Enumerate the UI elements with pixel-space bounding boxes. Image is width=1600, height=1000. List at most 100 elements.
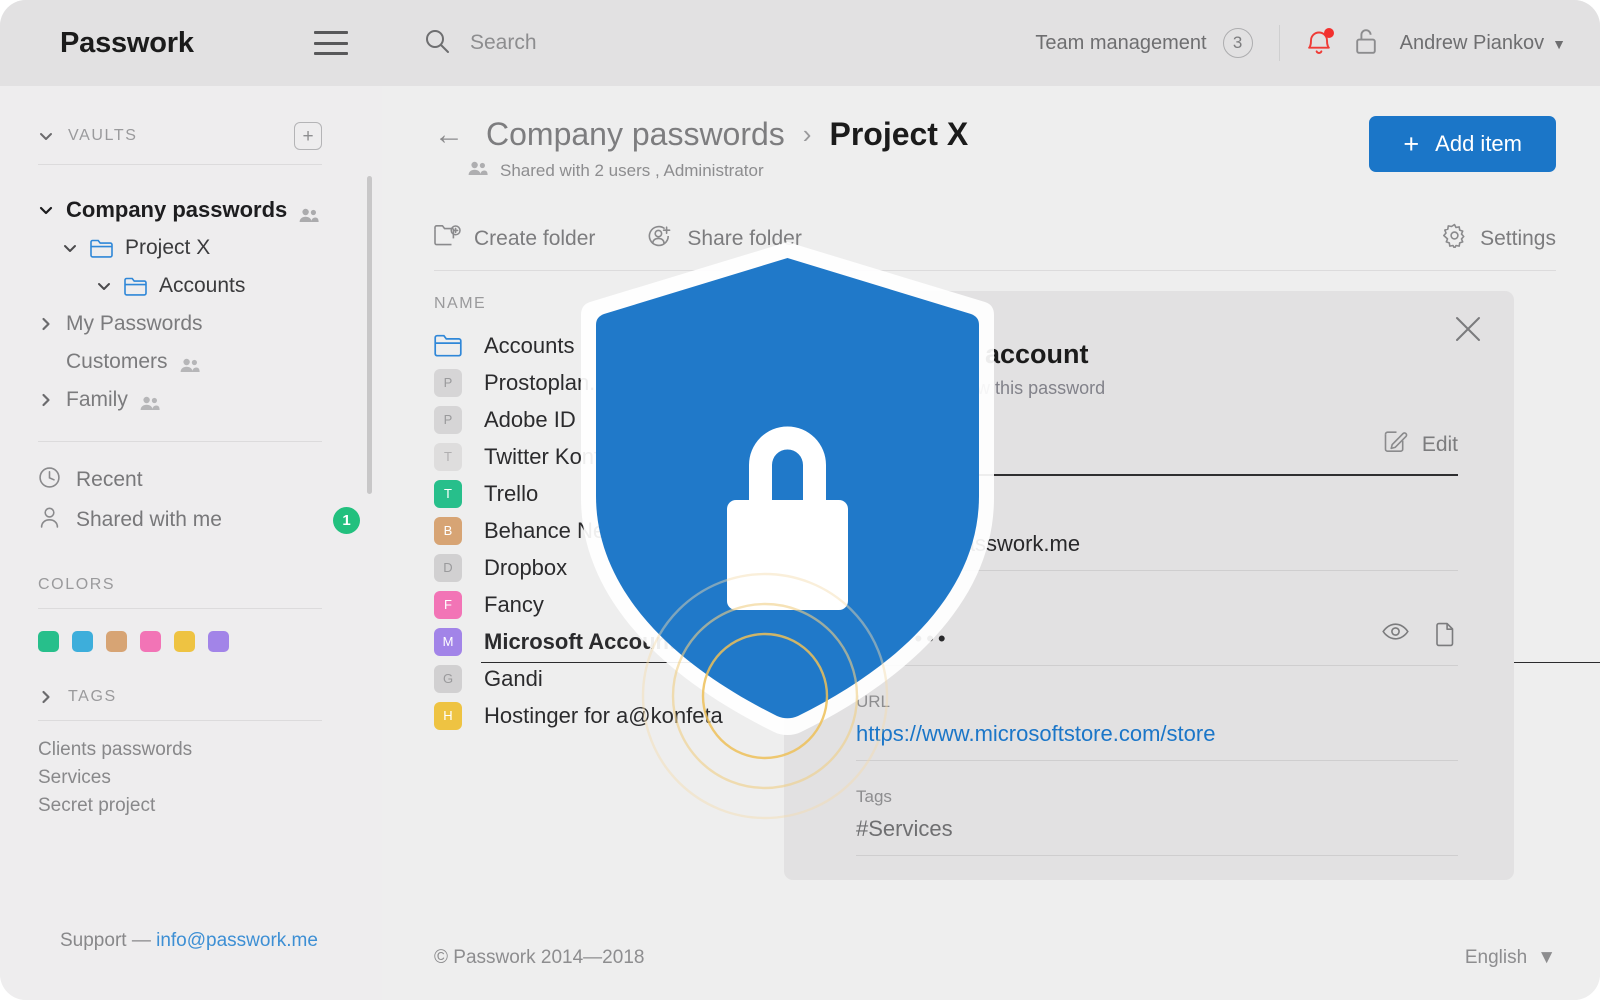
field-label: Login [856, 502, 898, 521]
create-folder-button[interactable]: Create folder [434, 224, 595, 253]
chevron-right-icon [38, 392, 54, 408]
detail-action-bar: Settings Edit [856, 429, 1458, 476]
sidebar-item-label: Recent [76, 468, 143, 491]
color-swatch[interactable] [174, 631, 195, 652]
unlock-icon[interactable] [1354, 27, 1378, 60]
list-item-label: Trello [484, 480, 539, 506]
detail-settings-label: Settings [895, 432, 971, 456]
divider [1278, 25, 1280, 61]
search-box[interactable] [424, 28, 1035, 59]
sidebar-item-label: Shared with me [76, 508, 222, 531]
gear-icon [856, 429, 881, 460]
field-value[interactable]: andrew@passwork.me [856, 531, 1458, 557]
hamburger-icon[interactable] [314, 31, 348, 55]
color-swatch[interactable] [106, 631, 127, 652]
breadcrumb-parent[interactable]: Company passwords [486, 116, 785, 153]
list-item-label: Microsoft Account [484, 628, 677, 654]
folder-settings-button[interactable]: Settings [1442, 223, 1556, 254]
user-menu[interactable]: Andrew Piankov ▼ [1400, 32, 1566, 55]
password-detail-panel: Microsoft account 2 users can view this … [784, 291, 1514, 880]
sidebar-item-customers[interactable]: Customers [38, 343, 322, 381]
divider [38, 441, 322, 442]
breadcrumb-separator: › [802, 119, 812, 149]
field-value[interactable]: #Services [856, 816, 1458, 842]
chevron-down-icon: ▼ [1552, 35, 1566, 52]
tags-section-header[interactable]: TAGS [38, 688, 322, 706]
sidebar-item-label: Company passwords [66, 197, 288, 222]
chevron-down-icon [62, 240, 78, 256]
detail-edit-label: Edit [1421, 432, 1458, 456]
arrow-left-icon[interactable]: ← [434, 119, 464, 150]
color-swatch[interactable] [208, 631, 229, 652]
field-label: Tags [856, 787, 892, 806]
color-swatch[interactable] [38, 631, 59, 652]
close-icon[interactable] [1452, 313, 1484, 345]
detail-settings-button[interactable]: Settings [856, 429, 971, 460]
sidebar-item-label: Customers [66, 350, 168, 373]
folder-settings-label: Settings [1480, 226, 1556, 250]
folder-plus-icon [434, 224, 461, 253]
sidebar-item-label: Project X [125, 236, 211, 259]
sidebar-item-label: Family [66, 388, 128, 411]
avatar: D [434, 553, 462, 582]
field-label: Password [856, 597, 931, 616]
colors-section-label: COLORS [38, 576, 116, 593]
folder-toolbar: Create folder Share folder Settings [434, 223, 1556, 271]
chevron-down-icon [38, 128, 54, 144]
sidebar-links: Recent Shared with me 1 [38, 460, 360, 540]
avatar: P [434, 405, 462, 434]
vaults-section-header[interactable]: VAULTS + [38, 122, 322, 150]
chevron-right-icon [38, 316, 54, 332]
top-bar: Team management 3 Andrew Piankov ▼ [382, 0, 1600, 86]
chevron-down-icon [38, 202, 54, 218]
create-folder-label: Create folder [474, 226, 596, 250]
color-swatch[interactable] [72, 631, 93, 652]
list-item-label: Dropbox [484, 554, 568, 580]
add-item-button[interactable]: + Add item [1369, 116, 1556, 172]
copy-icon[interactable] [1435, 622, 1458, 652]
folder-icon [434, 334, 462, 357]
list-item[interactable]: Services [38, 767, 322, 795]
list-item[interactable]: Secret project [38, 795, 322, 823]
chevron-down-icon: ▼ [1537, 947, 1556, 968]
sidebar-scrollbar[interactable] [367, 176, 372, 494]
notification-dot [1323, 28, 1334, 38]
sidebar-item-family[interactable]: Family [38, 381, 322, 419]
sidebar-item-my-passwords[interactable]: My Passwords [38, 305, 322, 343]
eye-icon[interactable] [1382, 622, 1409, 652]
share-folder-button[interactable]: Share folder [647, 224, 802, 254]
sidebar-item-company-passwords[interactable]: Company passwords [38, 191, 322, 229]
people-icon [180, 355, 200, 372]
avatar: F [434, 590, 462, 619]
divider [38, 720, 322, 721]
divider [38, 164, 322, 165]
field-value: •••••••• [856, 626, 950, 651]
avatar: G [434, 664, 462, 693]
list-item-label: Adobe ID [484, 406, 576, 432]
support-email-link[interactable]: info@passwork.me [156, 930, 318, 951]
gear-icon [1442, 223, 1467, 254]
vault-tree: Company passwords Project X Accounts My … [38, 191, 322, 419]
sidebar-item-accounts[interactable]: Accounts [38, 267, 322, 305]
color-swatch[interactable] [140, 631, 161, 652]
clock-icon [38, 466, 61, 495]
list-item[interactable]: Clients passwords [38, 739, 322, 767]
sidebar-item-project-x[interactable]: Project X [38, 229, 322, 267]
colors-section-header: COLORS [38, 576, 322, 594]
sidebar-item-recent[interactable]: Recent [38, 460, 322, 500]
add-vault-button[interactable]: + [294, 122, 322, 150]
app-brand: Passwork [60, 26, 194, 59]
team-management-link[interactable]: Team management 3 [1035, 28, 1253, 58]
tags-section-label: TAGS [68, 688, 117, 705]
detail-title: Microsoft account [856, 339, 1089, 369]
field-value[interactable]: https://www.microsoftstore.com/store [856, 721, 1458, 747]
breadcrumb: ← Company passwords › Project X [434, 116, 968, 153]
bell-icon[interactable] [1306, 28, 1334, 57]
detail-edit-button[interactable]: Edit [1383, 429, 1458, 460]
search-input[interactable] [468, 30, 788, 56]
tag-list: Clients passwords Services Secret projec… [38, 739, 322, 823]
language-selector[interactable]: English ▼ [1465, 947, 1556, 969]
chevron-down-icon [96, 278, 112, 294]
status-badge: 1 [333, 507, 360, 534]
sidebar-item-shared-with-me[interactable]: Shared with me 1 [38, 500, 360, 540]
